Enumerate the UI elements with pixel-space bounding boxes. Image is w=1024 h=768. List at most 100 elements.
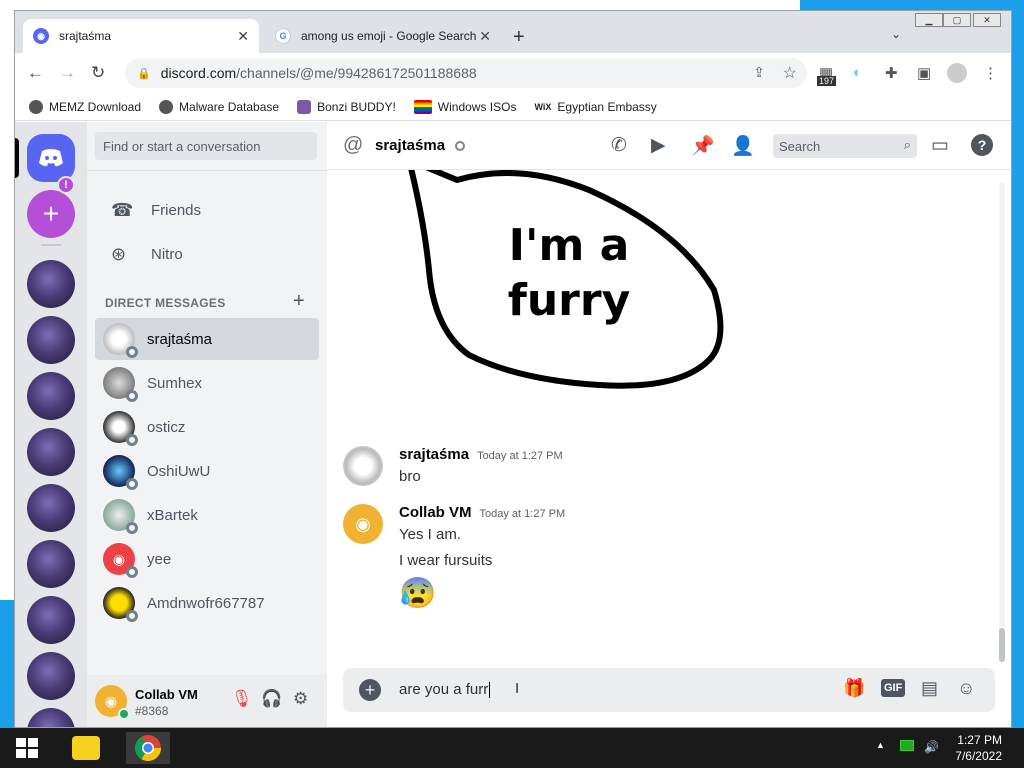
server-icon[interactable] [27,316,75,364]
windows-start-icon[interactable] [16,738,38,758]
bookmarks-bar: MEMZ Download Malware Database Bonzi BUD… [15,93,1011,121]
discord-home-icon[interactable] [27,134,75,182]
dm-item[interactable]: Sumhex [95,362,319,404]
taskbar-app-bonzi-icon[interactable] [64,732,108,764]
settings-gear-icon[interactable]: ⚙ [293,689,308,709]
bookmark-star-icon[interactable]: ☆ [783,63,797,83]
gif-button[interactable]: GIF [881,679,906,697]
search-icon: ⌕ [903,137,911,152]
text-cursor-icon: I [515,680,520,697]
forward-icon[interactable]: → [59,63,76,83]
reload-icon[interactable]: ↻ [91,63,105,83]
dm-item[interactable]: Amdnwofr667787 [95,582,319,624]
back-icon[interactable]: ← [27,63,44,83]
taskbar-clock[interactable]: 1:27 PM 7/6/2022 [955,732,1002,764]
tab-discord[interactable]: ◉ srajtaśma ✕ [23,19,259,53]
clock-time: 1:27 PM [957,733,1002,747]
message-author[interactable]: srajtaśma Today at 1:27 PM [399,446,563,463]
globe-icon [159,99,174,114]
bookmark-malware-db[interactable]: Malware Database [159,99,279,114]
attach-plus-icon[interactable]: + [359,679,381,701]
speech-bubble-image[interactable]: I'm a furry [399,170,749,410]
network-icon[interactable] [900,740,914,751]
add-server-icon[interactable]: + [27,190,75,238]
menu-kebab-icon[interactable]: ⋮ [983,64,998,82]
chat-search-input[interactable]: Search ⌕ [773,134,917,158]
bookmark-windows-isos[interactable]: Windows ISOs [413,99,516,114]
address-bar[interactable]: 🔒 discord.com/channels/@me/9942861725011… [125,58,807,88]
avatar[interactable] [343,446,383,486]
server-icon[interactable] [27,484,75,532]
dm-item[interactable]: OshiUwU [95,450,319,492]
avatar [103,499,138,534]
scrollbar-track[interactable] [999,182,1005,652]
nav-friends[interactable]: ☎ Friends [95,189,319,231]
server-icon[interactable] [27,652,75,700]
message-input[interactable]: are you a furr [399,681,491,699]
extension-calendar-icon[interactable]: ▦ 197 [817,64,837,86]
close-tab-icon[interactable]: ✕ [479,28,491,45]
create-dm-icon[interactable]: + [293,290,305,313]
server-icon[interactable] [27,708,75,727]
scrollbar-thumb[interactable] [999,628,1005,662]
maximize-button[interactable]: ▢ [943,13,971,27]
taskbar-chrome-icon[interactable] [126,732,170,764]
server-icon[interactable] [27,596,75,644]
bookmark-bonzi[interactable]: Bonzi BUDDY! [297,99,396,114]
mute-mic-icon[interactable]: 🎙 [231,689,253,709]
server-icon[interactable] [27,372,75,420]
clock-date: 7/6/2022 [955,749,1002,763]
pinned-messages-icon[interactable]: 📌 [691,134,715,158]
bookmark-egyptian-embassy[interactable]: WiX Egyptian Embassy [534,100,656,114]
sticker-icon[interactable]: ▤ [921,678,938,699]
message-author[interactable]: Collab VM Today at 1:27 PM [399,504,565,521]
tab-search-chevron-icon[interactable]: ⌄ [891,27,901,41]
dm-item[interactable]: osticz [95,406,319,448]
minimize-button[interactable]: ▁ [915,13,943,27]
user-panel: ◉ Collab VM #8368 🎙 🎧 ⚙ [87,675,327,727]
desktop-background [0,0,800,10]
message-list: I'm a furry srajtaśma Today at 1:27 PM br… [327,170,1011,660]
dm-item[interactable]: xBartek [95,494,319,536]
gift-icon[interactable]: 🎁 [843,678,865,699]
volume-icon[interactable]: 🔊 [924,740,939,754]
bookmark-memz[interactable]: MEMZ Download [29,99,141,114]
extension-flag-icon[interactable]: ◐ [853,64,862,81]
tab-google[interactable]: G among us emoji - Google Search ✕ [265,19,501,53]
avatar[interactable]: ◉ [95,685,130,720]
globe-icon [29,99,43,114]
find-conversation-input[interactable]: Find or start a conversation [95,132,317,160]
avatar [103,411,138,446]
nav-nitro[interactable]: ⊛ Nitro [95,233,319,275]
emoji-reaction: 😰 [399,577,437,610]
message-text: Yes I am. [399,526,461,543]
avatar[interactable]: ◉ [343,504,383,544]
dm-item[interactable]: srajtaśma [95,318,319,360]
add-friend-to-dm-icon[interactable]: 👤 [731,134,755,158]
new-tab-button[interactable]: + [513,26,525,49]
notification-badge: ! [57,176,75,194]
close-window-button[interactable]: ✕ [973,13,1001,27]
avatar [103,367,138,402]
server-icon[interactable] [27,540,75,588]
emoji-picker-icon[interactable]: ☺ [957,678,975,699]
profile-avatar-icon[interactable] [947,63,967,83]
dm-item[interactable]: ◉ yee [95,538,319,580]
message-composer[interactable]: + are you a furr I 🎁 GIF ▤ ☺ [343,668,995,712]
side-panel-icon[interactable]: ▣ [917,64,931,82]
video-call-icon[interactable]: ▶ [651,134,666,157]
close-tab-icon[interactable]: ✕ [237,28,249,45]
server-icon[interactable] [27,428,75,476]
avatar [103,587,138,622]
tab-strip: ◉ srajtaśma ✕ G among us emoji - Google … [15,11,1011,53]
help-icon[interactable]: ? [971,134,993,156]
voice-call-icon[interactable]: ✆ [611,134,627,157]
share-icon[interactable]: ⇪ [753,64,765,81]
avatar [103,455,138,490]
extensions-puzzle-icon[interactable]: ✚ [885,64,898,82]
tray-expand-icon[interactable]: ▲ [876,740,885,750]
inbox-icon[interactable]: ▭ [931,134,949,157]
lock-icon: 🔒 [137,67,151,80]
server-icon[interactable] [27,260,75,308]
headphones-icon[interactable]: 🎧 [261,689,282,709]
